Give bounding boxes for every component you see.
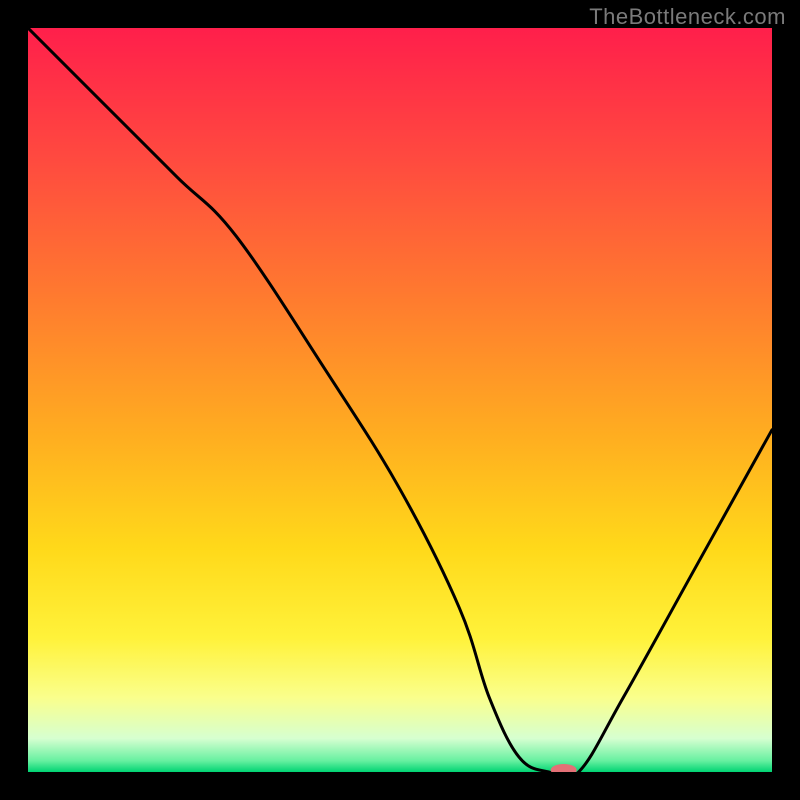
chart-svg xyxy=(28,28,772,772)
watermark-text: TheBottleneck.com xyxy=(589,4,786,30)
chart-frame xyxy=(28,28,772,772)
